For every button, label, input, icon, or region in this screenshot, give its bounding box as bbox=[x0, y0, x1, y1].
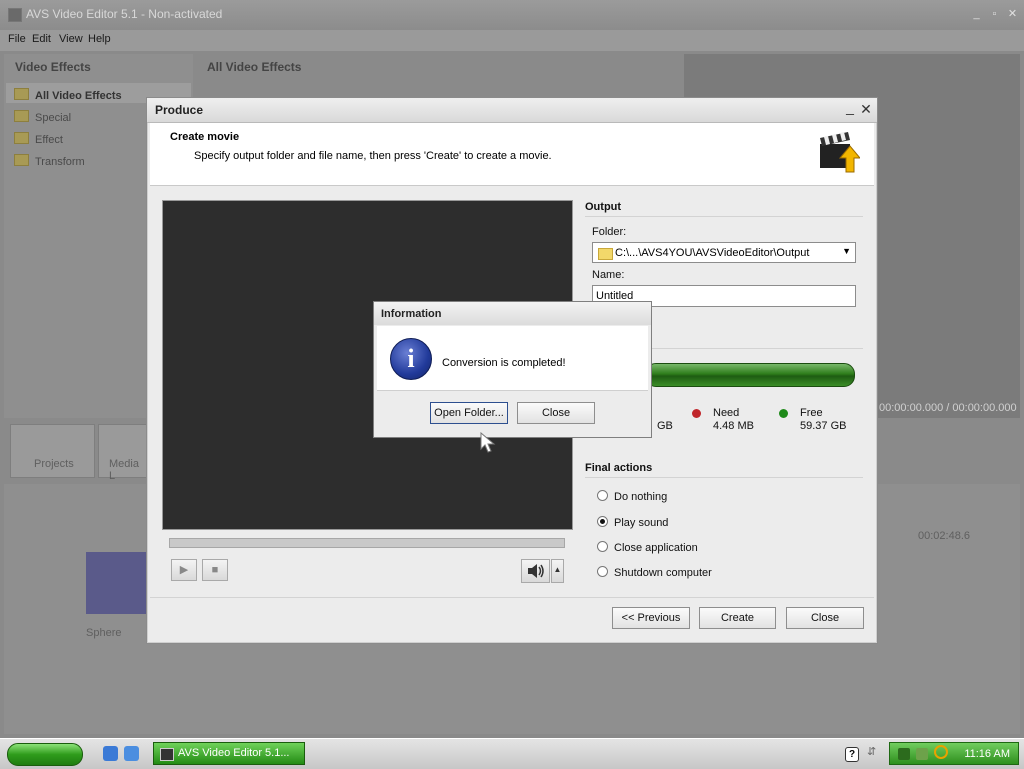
clapper-icon bbox=[820, 132, 860, 173]
information-message: Conversion is completed! bbox=[442, 357, 566, 369]
media-library-button[interactable]: Media L bbox=[98, 424, 148, 482]
open-folder-button[interactable]: Open Folder... bbox=[430, 402, 508, 424]
information-title-bar: Information bbox=[374, 302, 651, 325]
tree-item-effect[interactable]: Effect bbox=[14, 132, 63, 146]
menu-file[interactable]: File bbox=[8, 33, 26, 45]
app-icon bbox=[8, 8, 22, 22]
app-title-bar: AVS Video Editor 5.1 - Non-activated _ ▫… bbox=[0, 0, 1024, 30]
produce-header: Create movie Specify output folder and f… bbox=[150, 123, 874, 186]
information-body: i Conversion is completed! bbox=[377, 326, 648, 391]
need-value: 4.48 MB bbox=[713, 420, 754, 432]
final-actions-title: Final actions bbox=[585, 462, 653, 474]
play-icon: ▶ bbox=[179, 564, 189, 576]
radio-button[interactable] bbox=[597, 490, 608, 501]
free-legend-dot bbox=[779, 409, 788, 418]
minimize-icon[interactable]: _ bbox=[970, 8, 983, 21]
need-legend-dot bbox=[692, 409, 701, 418]
close-icon[interactable]: ✕ bbox=[859, 101, 873, 117]
menu-bar: File Edit View Help bbox=[0, 30, 1024, 51]
folder-icon bbox=[14, 154, 29, 166]
taskbar-clock: 11:16 AM bbox=[964, 748, 1010, 760]
folder-icon bbox=[14, 132, 29, 144]
app-title: AVS Video Editor 5.1 - Non-activated bbox=[26, 7, 223, 21]
folder-label: Folder: bbox=[592, 226, 627, 238]
close-button[interactable]: Close bbox=[786, 607, 864, 629]
used-space-partial: GB bbox=[657, 420, 673, 432]
taskbar-item-avs-video-editor[interactable]: AVS Video Editor 5.1... bbox=[153, 742, 305, 765]
name-label: Name: bbox=[592, 269, 625, 281]
stop-button[interactable]: ■ bbox=[202, 559, 228, 581]
help-icon[interactable]: ? bbox=[845, 747, 859, 762]
need-label: Need bbox=[713, 407, 740, 419]
produce-title: Produce bbox=[155, 103, 204, 117]
volume-tray-icon[interactable] bbox=[916, 748, 928, 760]
play-button[interactable]: ▶ bbox=[171, 559, 197, 581]
information-title: Information bbox=[381, 308, 442, 320]
create-button[interactable]: Create bbox=[699, 607, 776, 629]
search-icon[interactable] bbox=[934, 745, 948, 759]
information-dialog: Information i Conversion is completed! O… bbox=[373, 301, 652, 438]
tree-item-transform[interactable]: Transform bbox=[14, 154, 85, 168]
produce-header-title: Create movie bbox=[170, 131, 240, 143]
menu-view[interactable]: View bbox=[59, 33, 83, 45]
tree-item-special[interactable]: Special bbox=[14, 110, 71, 124]
taskbar: AVS Video Editor 5.1... ? ⇵ 11:16 AM bbox=[0, 738, 1024, 769]
volume-dropdown-button[interactable]: ▲ bbox=[551, 559, 564, 583]
internet-explorer-icon[interactable] bbox=[103, 746, 118, 761]
maximize-icon[interactable]: ▫ bbox=[988, 8, 1001, 21]
seek-bar[interactable] bbox=[169, 538, 565, 548]
stop-icon: ■ bbox=[211, 564, 219, 576]
produce-header-desc: Specify output folder and file name, the… bbox=[194, 150, 552, 162]
start-button[interactable] bbox=[7, 743, 83, 766]
divider bbox=[150, 597, 874, 598]
minimize-icon[interactable]: _ bbox=[843, 99, 857, 115]
system-tray: 11:16 AM bbox=[889, 742, 1019, 765]
free-label: Free bbox=[800, 407, 823, 419]
triangle-up-icon: ▲ bbox=[553, 565, 562, 574]
volume-button[interactable] bbox=[521, 559, 550, 583]
previous-button[interactable]: << Previous bbox=[612, 607, 690, 629]
tree-item-all-effects[interactable]: All Video Effects bbox=[14, 88, 122, 102]
mouse-cursor-icon bbox=[480, 432, 496, 453]
radio-button[interactable] bbox=[597, 516, 608, 527]
produce-title-bar: Produce _ ✕ bbox=[147, 98, 877, 123]
timecode: 00:00:00.000 / 00:00:00.000 bbox=[879, 402, 1017, 414]
free-value: 59.37 GB bbox=[800, 420, 847, 432]
output-section-title: Output bbox=[585, 201, 622, 213]
network-icon[interactable] bbox=[898, 748, 910, 760]
show-desktop-icon[interactable] bbox=[124, 746, 139, 761]
app-icon bbox=[160, 748, 174, 761]
center-panel-title: All Video Effects bbox=[207, 60, 302, 74]
menu-help[interactable]: Help bbox=[88, 33, 111, 45]
track-label: Sphere bbox=[86, 627, 122, 639]
close-icon[interactable]: ✕ bbox=[1006, 8, 1019, 21]
effects-panel-title: Video Effects bbox=[15, 60, 91, 74]
speaker-icon bbox=[527, 564, 544, 578]
radio-button[interactable] bbox=[597, 566, 608, 577]
radio-button[interactable] bbox=[597, 541, 608, 552]
info-close-button[interactable]: Close bbox=[517, 402, 595, 424]
folder-icon bbox=[14, 110, 29, 122]
divider bbox=[585, 477, 863, 478]
info-icon: i bbox=[390, 338, 432, 380]
tray-arrows-icon[interactable]: ⇵ bbox=[867, 745, 879, 759]
projects-button[interactable]: Projects bbox=[10, 424, 95, 478]
menu-edit[interactable]: Edit bbox=[32, 33, 51, 45]
folder-icon bbox=[598, 248, 613, 260]
video-clip-thumbnail[interactable] bbox=[86, 552, 146, 614]
folder-icon bbox=[14, 88, 29, 100]
timeline-time: 00:02:48.6 bbox=[918, 530, 970, 542]
chevron-down-icon: ▼ bbox=[842, 246, 851, 256]
divider bbox=[585, 216, 863, 217]
folder-value: C:\...\AVS4YOU\AVSVideoEditor\Output bbox=[615, 247, 810, 259]
disk-space-bar bbox=[645, 363, 855, 387]
folder-select[interactable]: C:\...\AVS4YOU\AVSVideoEditor\Output ▼ bbox=[592, 242, 856, 263]
